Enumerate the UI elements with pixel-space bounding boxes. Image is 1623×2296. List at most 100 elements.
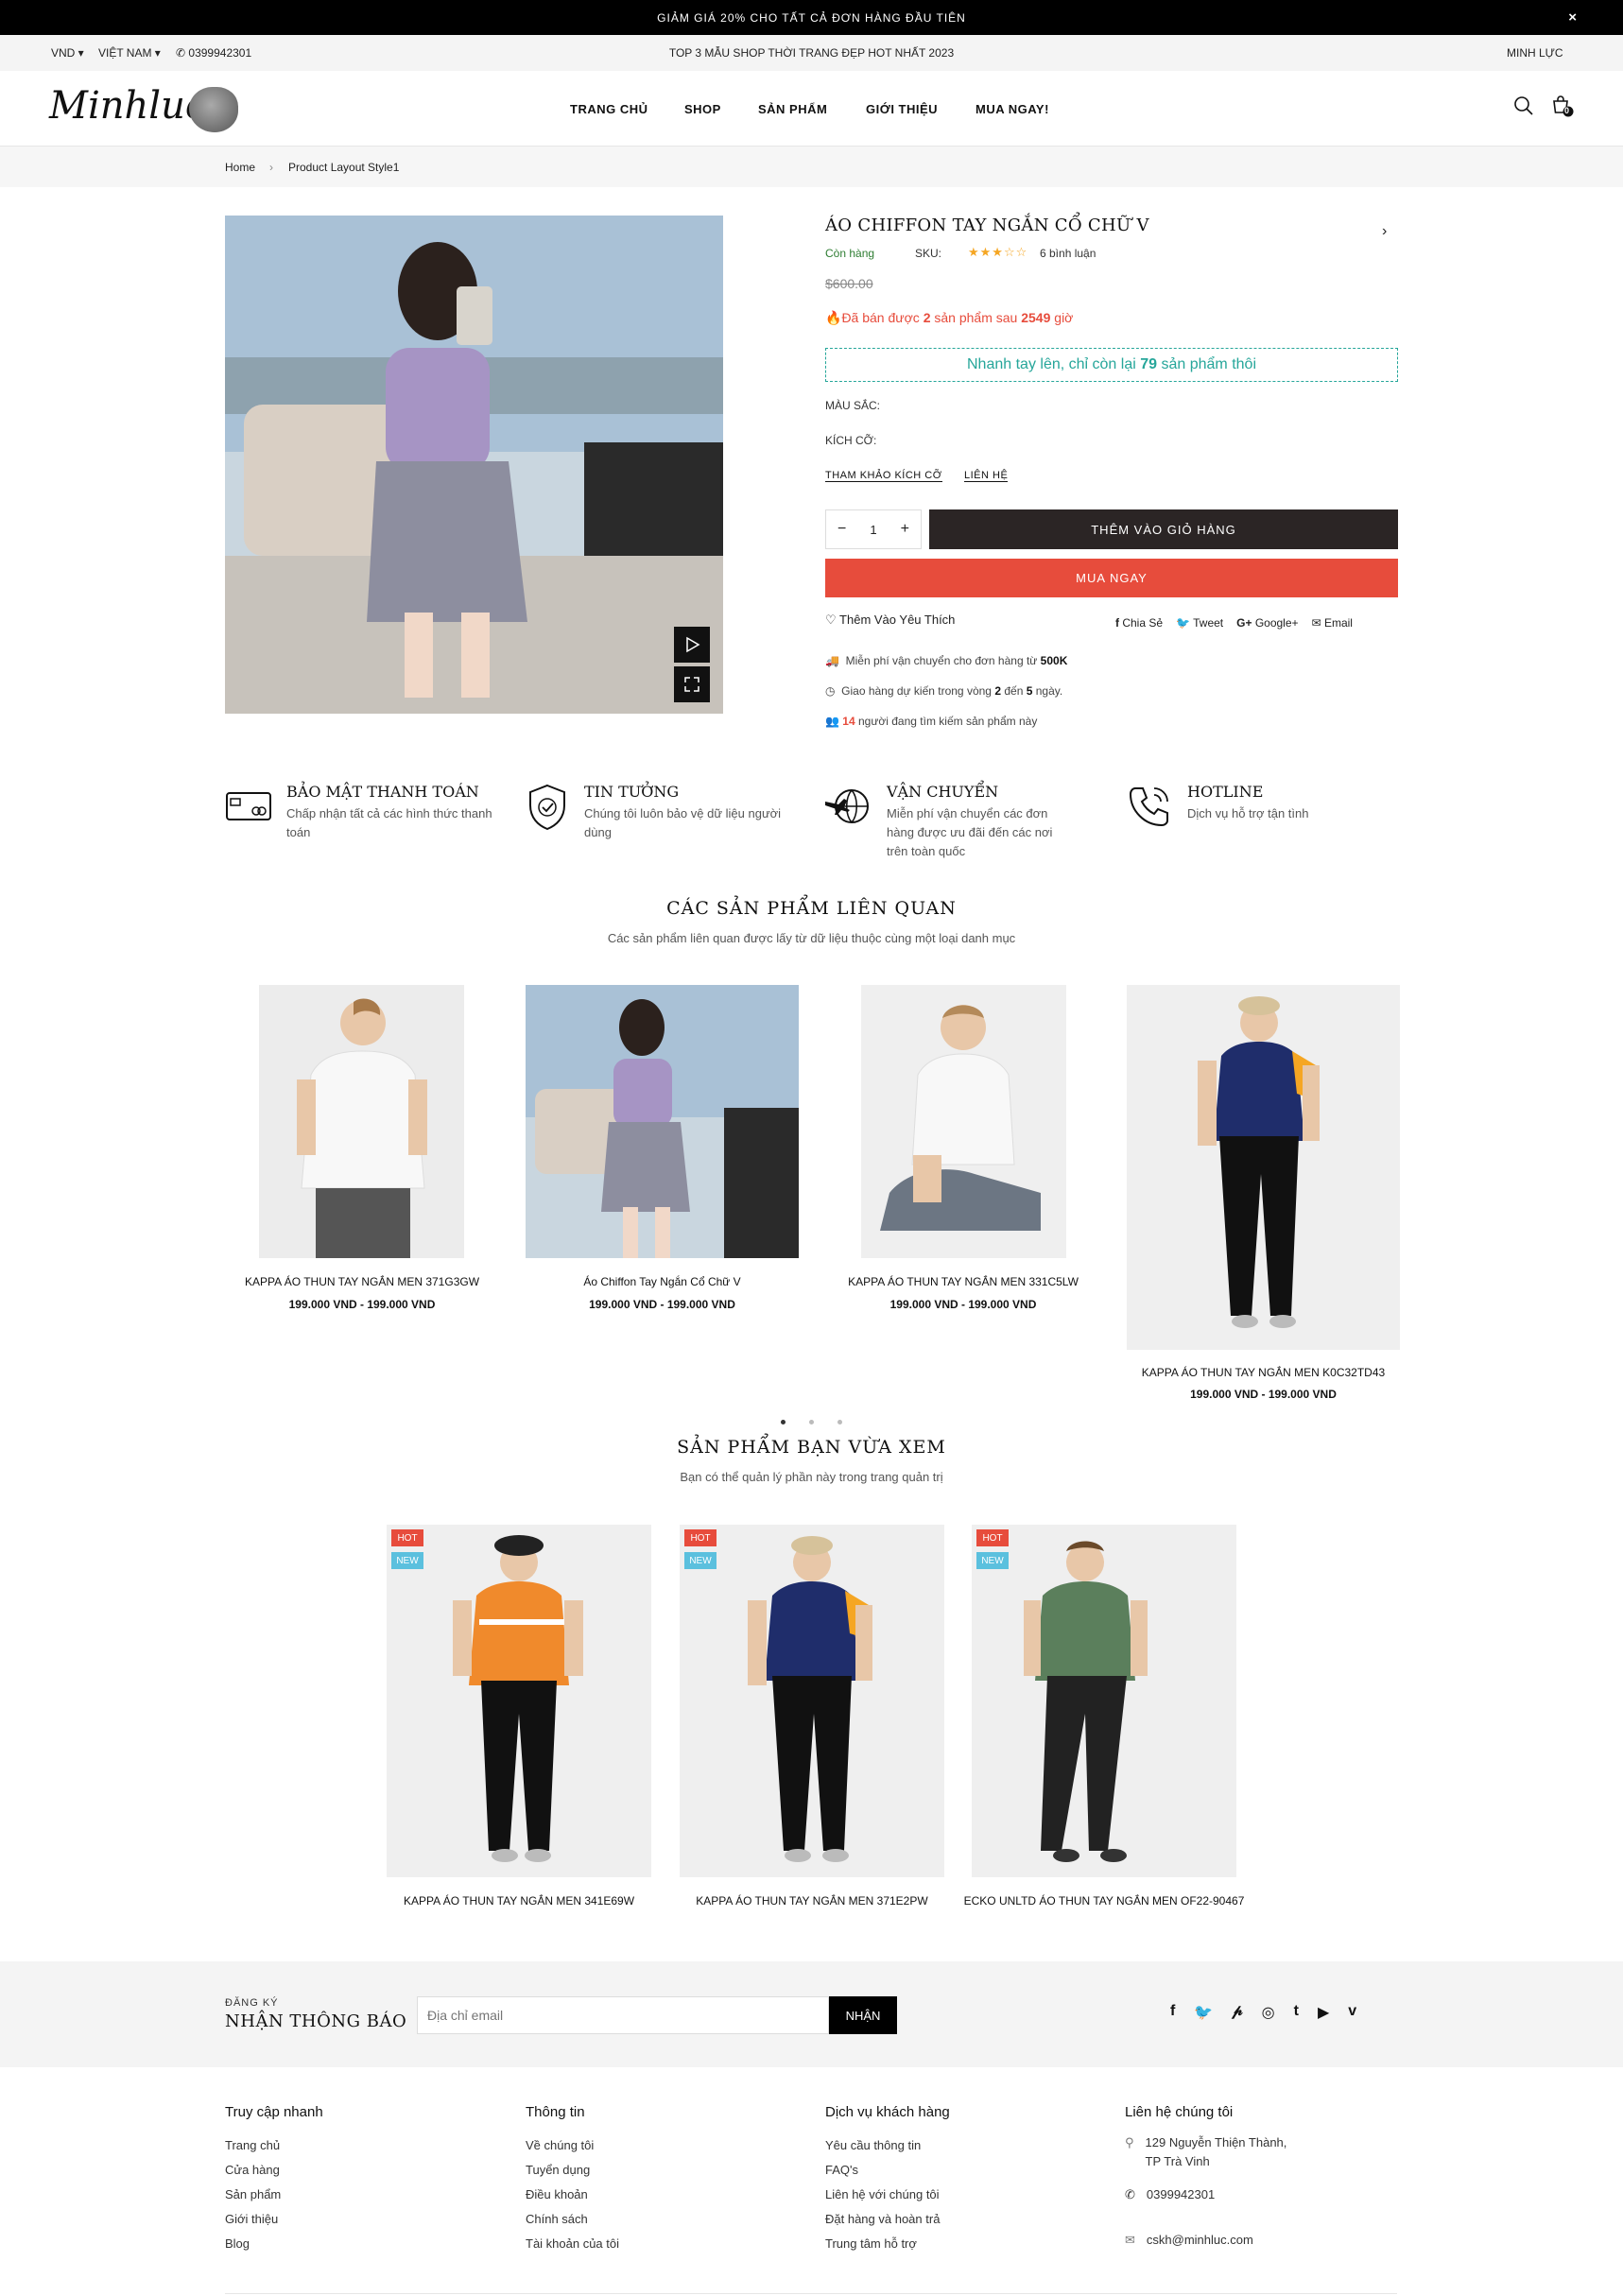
footer-link[interactable]: Blog xyxy=(225,2232,323,2256)
related-product-name[interactable]: Áo Chiffon Tay Ngắn Cổ Chữ V xyxy=(526,1273,799,1290)
recent-product-name[interactable]: KAPPA ÁO THUN TAY NGẮN MEN 341E69W xyxy=(387,1892,651,1909)
cart-icon[interactable] xyxy=(1550,94,1575,118)
related-product-name[interactable]: KAPPA ÁO THUN TAY NGẮN MEN 371G3GW xyxy=(225,1273,499,1290)
nav-buy-now[interactable]: MUA NGAY! xyxy=(976,102,1049,116)
footer-link[interactable]: Trang chủ xyxy=(225,2133,323,2158)
footer-email[interactable]: ✉ cskh@minhluc.com xyxy=(1125,2228,1286,2253)
carousel-dot[interactable] xyxy=(781,1420,786,1424)
footer-phone[interactable]: ✆ 0399942301 xyxy=(1125,2183,1286,2207)
footer-link[interactable]: Liên hệ với chúng tôi xyxy=(825,2183,950,2207)
footer-link[interactable]: Giới thiệu xyxy=(225,2207,323,2232)
recent-product-image[interactable]: HOT NEW xyxy=(387,1525,651,1877)
facebook-icon[interactable]: f xyxy=(1170,2003,1175,2022)
share-email[interactable]: ✉ Email xyxy=(1312,616,1353,630)
footer-col-title: Dịch vụ khách hàng xyxy=(825,2104,950,2120)
footer-link[interactable]: Chính sách xyxy=(526,2207,619,2232)
size-guide-link[interactable]: THAM KHẢO KÍCH CỠ xyxy=(825,470,942,482)
footer-customer-service: Dịch vụ khách hàng Yêu cầu thông tin FAQ… xyxy=(825,2104,950,2256)
related-product-name[interactable]: KAPPA ÁO THUN TAY NGẮN MEN K0C32TD43 xyxy=(1127,1364,1400,1381)
twitter-icon[interactable]: 🐦 xyxy=(1194,2003,1213,2022)
people-icon: 👥 xyxy=(825,715,839,728)
add-to-cart-button[interactable]: THÊM VÀO GIỎ HÀNG xyxy=(929,509,1398,549)
shipping-info: 🚚 Miễn phí vận chuyển cho đơn hàng từ 50… xyxy=(825,654,1068,667)
sold-counter: 🔥Đã bán được 2 sản phẩm sau 2549 giờ xyxy=(825,310,1074,325)
footer-link[interactable]: Trung tâm hỗ trợ xyxy=(825,2232,950,2256)
youtube-icon[interactable]: ▶ xyxy=(1318,2003,1329,2022)
next-product-icon[interactable]: › xyxy=(1382,223,1387,240)
recent-product-name[interactable]: KAPPA ÁO THUN TAY NGẮN MEN 371E2PW xyxy=(680,1892,944,1909)
footer-link[interactable]: Điều khoản xyxy=(526,2183,619,2207)
related-product-image[interactable] xyxy=(1127,985,1400,1350)
expand-icon[interactable] xyxy=(674,666,710,702)
related-product-image[interactable] xyxy=(861,985,1066,1258)
footer-link[interactable]: FAQ's xyxy=(825,2158,950,2183)
recent-product-name[interactable]: ECKO UNLTD ÁO THUN TAY NGẮN MEN OF22-904… xyxy=(962,1892,1246,1909)
footer-link[interactable]: Tài khoản của tôi xyxy=(526,2232,619,2256)
nav-about[interactable]: GIỚI THIỆU xyxy=(866,102,938,116)
related-product-price: 199.000 VND - 199.000 VND xyxy=(1190,1388,1337,1401)
announcement-bar: GIẢM GIÁ 20% CHO TẤT CẢ ĐƠN HÀNG ĐẦU TIÊ… xyxy=(0,0,1623,35)
feature-title: BẢO MẬT THANH TOÁN xyxy=(286,783,479,801)
recent-product-image[interactable]: HOT NEW xyxy=(972,1525,1236,1877)
quantity-value[interactable]: 1 xyxy=(857,523,889,537)
related-product-image[interactable] xyxy=(526,985,799,1258)
nav-shop[interactable]: SHOP xyxy=(684,102,721,116)
footer-link[interactable]: Về chúng tôi xyxy=(526,2133,619,2158)
footer-contact: Liên hệ chúng tôi ⚲ 129 Nguyễn Thiện Thà… xyxy=(1125,2104,1286,2253)
related-product-image[interactable] xyxy=(259,985,464,1258)
nav-products[interactable]: SẢN PHẨM xyxy=(758,102,827,116)
newsletter-kicker: ĐĂNG KÝ xyxy=(225,1997,279,2009)
nav-home[interactable]: TRANG CHỦ xyxy=(570,102,648,116)
phone-icon xyxy=(1129,787,1168,827)
pinterest-icon[interactable]: 𝓅 xyxy=(1232,2003,1242,2022)
rating-stars[interactable]: ★★★☆☆ xyxy=(968,245,1027,260)
share-twitter[interactable]: 🐦 Tweet xyxy=(1176,616,1223,630)
carousel-dot[interactable] xyxy=(809,1420,814,1424)
announcement-text: GIẢM GIÁ 20% CHO TẤT CẢ ĐƠN HÀNG ĐẦU TIÊ… xyxy=(657,10,966,25)
feature-title: TIN TƯỞNG xyxy=(584,783,680,801)
product-price: $600.00 xyxy=(825,276,873,291)
hot-badge: HOT xyxy=(976,1529,1009,1546)
instagram-icon[interactable]: ◎ xyxy=(1262,2003,1275,2022)
related-product-name[interactable]: KAPPA ÁO THUN TAY NGẮN MEN 331C5LW xyxy=(826,1273,1100,1290)
recent-product-image[interactable]: HOT NEW xyxy=(680,1525,944,1877)
related-product-price: 199.000 VND - 199.000 VND xyxy=(889,1298,1037,1311)
quantity-decrease[interactable]: − xyxy=(826,521,857,538)
close-icon[interactable]: × xyxy=(1568,9,1578,26)
footer-col-title: Truy cập nhanh xyxy=(225,2104,323,2120)
account-link[interactable]: MINH LỰC xyxy=(1507,46,1563,60)
footer-link[interactable]: Tuyển dụng xyxy=(526,2158,619,2183)
breadcrumb-current: Product Layout Style1 xyxy=(288,161,400,174)
review-count[interactable]: 6 bình luận xyxy=(1040,247,1096,260)
product-main-image[interactable] xyxy=(225,216,723,714)
tumblr-icon[interactable]: t xyxy=(1294,2003,1299,2022)
stock-urgency-box: Nhanh tay lên, chỉ còn lại 79 sản phẩm t… xyxy=(825,348,1398,382)
carousel-dot[interactable] xyxy=(837,1420,842,1424)
play-video-icon[interactable] xyxy=(674,627,710,663)
newsletter-submit-button[interactable]: NHẬN xyxy=(829,1996,897,2034)
stock-status: Còn hàng xyxy=(825,247,875,260)
newsletter-email-input[interactable] xyxy=(417,1996,829,2034)
footer-address: ⚲ 129 Nguyễn Thiện Thành, TP Trà Vinh xyxy=(1125,2133,1286,2171)
footer-link[interactable]: Sản phẩm xyxy=(225,2183,323,2207)
contact-link[interactable]: LIÊN HỆ xyxy=(964,470,1009,482)
feature-desc: Chúng tôi luôn bảo vệ dữ liệu người dùng xyxy=(584,806,782,839)
truck-icon: 🚚 xyxy=(825,654,839,667)
promo-text: TOP 3 MẪU SHOP THỜI TRANG ĐẸP HOT NHẤT 2… xyxy=(668,46,955,60)
wishlist-link[interactable]: ♡ Thêm Vào Yêu Thích xyxy=(825,613,955,628)
share-facebook[interactable]: f Chia Sẻ xyxy=(1115,616,1163,630)
quantity-increase[interactable]: + xyxy=(889,521,921,538)
vimeo-icon[interactable]: v xyxy=(1348,2003,1356,2022)
footer-link[interactable]: Yêu cầu thông tin xyxy=(825,2133,950,2158)
buy-now-button[interactable]: MUA NGAY xyxy=(825,559,1398,597)
feature-title: HOTLINE xyxy=(1187,783,1264,801)
share-google[interactable]: G+ Google+ xyxy=(1236,616,1298,630)
footer-quick-links: Truy cập nhanh Trang chủ Cửa hàng Sản ph… xyxy=(225,2104,323,2256)
footer-link[interactable]: Đặt hàng và hoàn trả xyxy=(825,2207,950,2232)
footer-link[interactable]: Cửa hàng xyxy=(225,2158,323,2183)
site-logo[interactable]: Minhluc xyxy=(49,84,206,128)
search-icon[interactable] xyxy=(1513,95,1534,116)
breadcrumb-home[interactable]: Home xyxy=(225,161,255,174)
hot-badge: HOT xyxy=(684,1529,717,1546)
site-header: Minhluc TRANG CHỦ SHOP SẢN PHẨM GIỚI THI… xyxy=(0,71,1623,147)
